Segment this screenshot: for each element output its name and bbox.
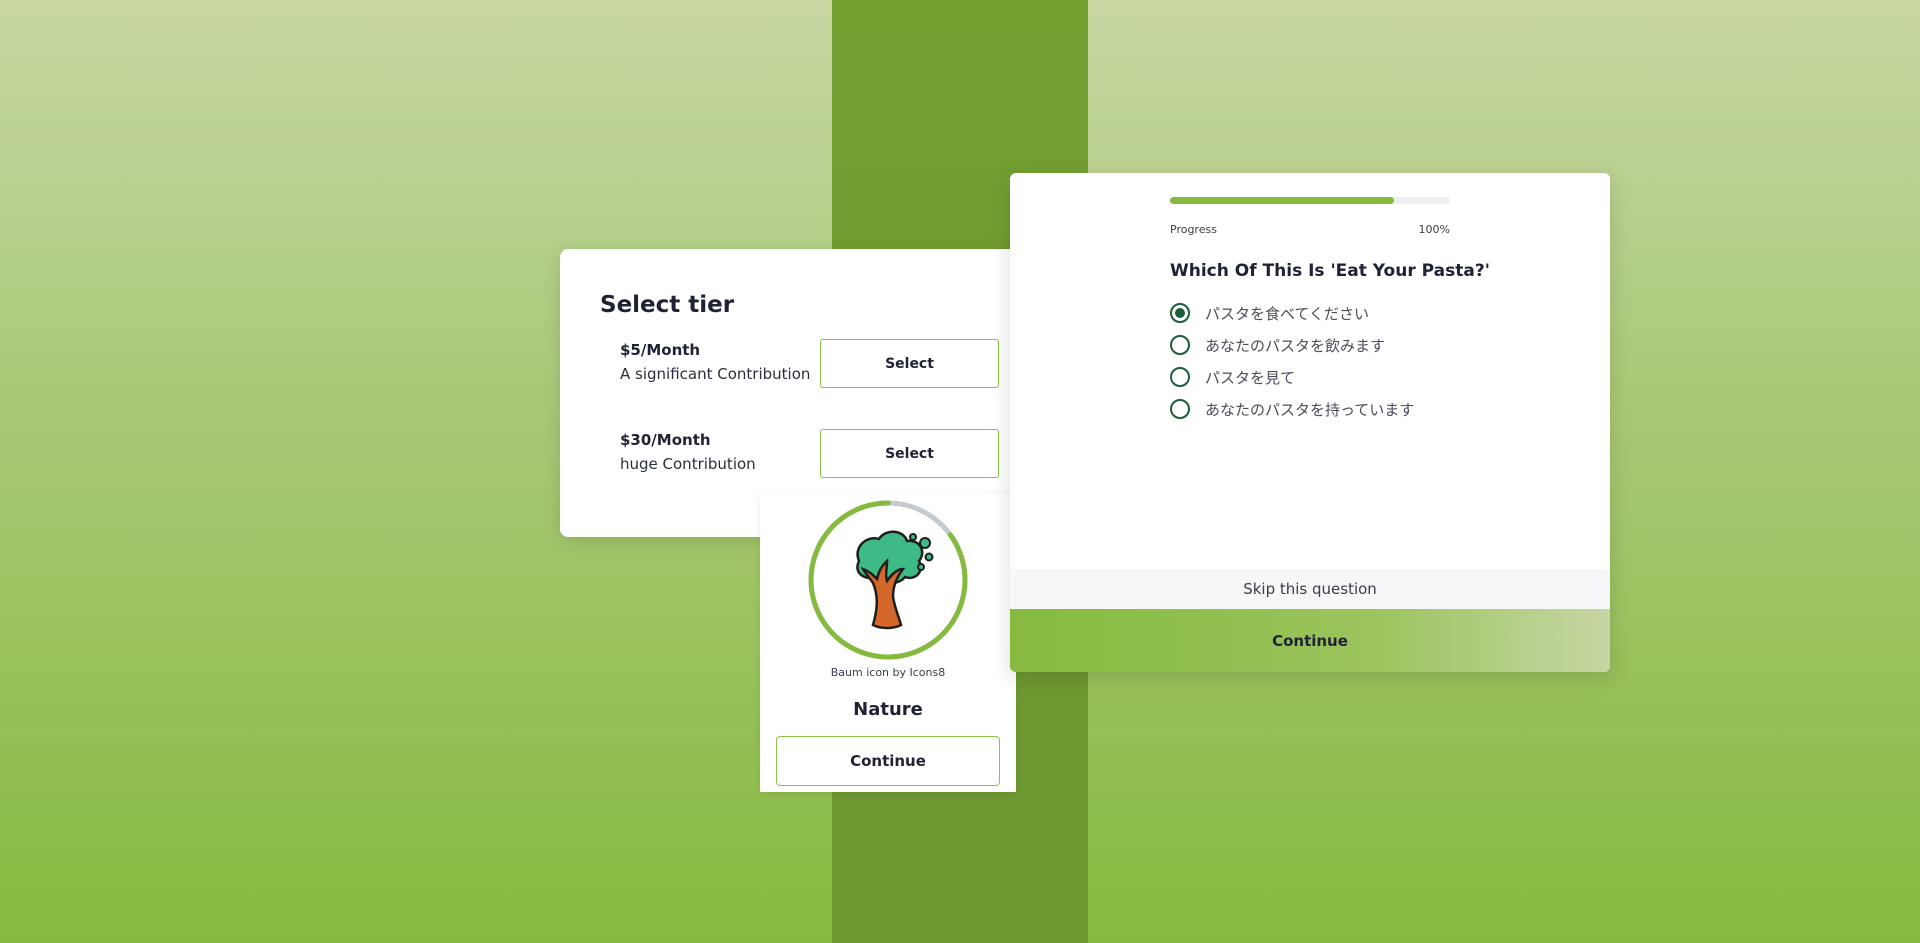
radio-button-selected[interactable]	[1170, 303, 1190, 323]
answer-option[interactable]: パスタを見て	[1170, 361, 1414, 393]
tier-option-5: $5/Month A significant Contribution Sele…	[620, 339, 1020, 391]
icon-credit: Baum icon by Icons8	[830, 666, 946, 679]
tier-title: Select tier	[600, 292, 735, 318]
radio-button[interactable]	[1170, 335, 1190, 355]
badge-progress-ring	[808, 500, 968, 660]
progress-bar-fill	[1170, 197, 1394, 204]
select-tier-30-button[interactable]: Select	[820, 429, 999, 478]
badge-name: Nature	[853, 699, 923, 720]
badge-card: Baum icon by Icons8 Nature Continue	[760, 493, 1016, 792]
progress-label: Progress	[1170, 223, 1217, 236]
select-tier-5-button[interactable]: Select	[820, 339, 999, 388]
answer-option[interactable]: パスタを食べてください	[1170, 297, 1414, 329]
radio-button[interactable]	[1170, 367, 1190, 387]
answer-label: あなたのパスタを持っています	[1205, 400, 1415, 419]
progress-bar	[1170, 197, 1450, 204]
answer-option[interactable]: あなたのパスタを飲みます	[1170, 329, 1414, 361]
answer-label: あなたのパスタを飲みます	[1205, 336, 1386, 355]
quiz-card: Progress 100% Which Of This Is 'Eat Your…	[1010, 173, 1610, 672]
answer-label: パスタを見て	[1205, 368, 1296, 387]
tier-price: $30/Month	[620, 431, 711, 449]
answer-label: パスタを食べてください	[1205, 304, 1369, 323]
answer-option[interactable]: あなたのパスタを持っています	[1170, 393, 1414, 425]
skip-question-button[interactable]: Skip this question	[1010, 569, 1610, 609]
radio-button[interactable]	[1170, 399, 1190, 419]
tier-option-30: $30/Month huge Contribution Select	[620, 429, 1020, 481]
tier-price: $5/Month	[620, 341, 701, 359]
quiz-continue-button[interactable]: Continue	[1010, 609, 1610, 672]
tier-description: A significant Contribution	[620, 365, 811, 383]
progress-value: 100%	[1418, 223, 1450, 236]
badge-continue-button[interactable]: Continue	[776, 736, 1000, 786]
tier-description: huge Contribution	[620, 455, 756, 473]
question-title: Which Of This Is 'Eat Your Pasta?'	[1170, 261, 1490, 281]
answer-options: パスタを食べてください あなたのパスタを飲みます パスタを見て あなたのパスタを…	[1170, 297, 1414, 425]
